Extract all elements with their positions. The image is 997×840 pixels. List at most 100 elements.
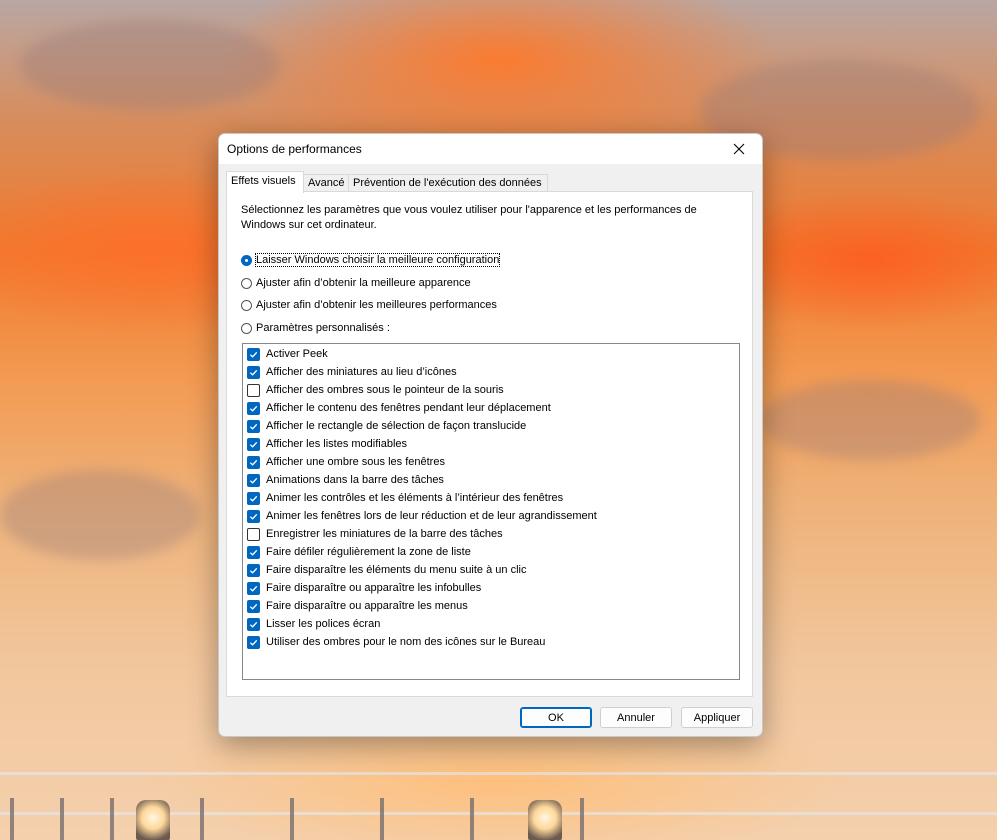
list-item[interactable]: Afficher le contenu des fenêtres pendant…	[247, 400, 551, 416]
wallpaper-cloud	[20, 20, 280, 110]
list-item[interactable]: Activer Peek	[247, 346, 328, 362]
list-item-label: Afficher des ombres sous le pointeur de …	[266, 384, 504, 396]
checkbox[interactable]	[247, 635, 260, 649]
radio-best-config[interactable]: Laisser Windows choisir la meilleure con…	[241, 252, 501, 268]
title-bar[interactable]: Options de performances	[219, 134, 762, 164]
list-item[interactable]: Afficher le rectangle de sélection de fa…	[247, 418, 526, 434]
tab-visual-effects[interactable]: Effets visuels	[226, 171, 304, 193]
visual-effects-panel: Sélectionnez les paramètres que vous vou…	[226, 191, 753, 697]
railing-post	[290, 798, 294, 840]
railing-post	[200, 798, 204, 840]
checkbox[interactable]	[247, 617, 260, 631]
checkbox[interactable]	[247, 347, 260, 361]
checkbox[interactable]	[247, 419, 260, 433]
checkmark-icon	[249, 369, 258, 376]
list-item-label: Enregistrer les miniatures de la barre d…	[266, 528, 503, 540]
checkmark-icon	[249, 585, 258, 592]
list-item-label: Faire disparaître les éléments du menu s…	[266, 564, 527, 576]
wallpaper-lamp	[136, 800, 170, 840]
list-item[interactable]: Afficher les listes modifiables	[247, 436, 407, 452]
checkmark-icon	[249, 459, 258, 466]
visual-effects-list[interactable]: Activer Peek Afficher des miniatures au l…	[242, 343, 740, 680]
wallpaper-cloud	[760, 380, 980, 460]
performance-options-dialog: Options de performances Effets visuels A…	[218, 133, 763, 737]
close-button[interactable]	[716, 134, 762, 164]
ok-button[interactable]: OK	[520, 707, 592, 728]
list-item[interactable]: Enregistrer les miniatures de la barre d…	[247, 526, 503, 542]
list-item-label: Animations dans la barre des tâches	[266, 474, 444, 486]
list-item-label: Animer les fenêtres lors de leur réducti…	[266, 510, 597, 522]
list-item[interactable]: Animer les contrôles et les éléments à l…	[247, 490, 563, 506]
railing-post	[470, 798, 474, 840]
list-item[interactable]: Afficher des ombres sous le pointeur de …	[247, 382, 504, 398]
radio-best-appearance[interactable]: Ajuster afin d’obtenir la meilleure appa…	[241, 275, 471, 291]
list-item[interactable]: Faire disparaître ou apparaître les info…	[247, 580, 481, 596]
checkbox[interactable]	[247, 581, 260, 595]
checkbox[interactable]	[247, 509, 260, 523]
list-item-label: Faire disparaître ou apparaître les menu…	[266, 600, 468, 612]
list-item-label: Afficher les listes modifiables	[266, 438, 408, 450]
railing-post	[580, 798, 584, 840]
radio-button[interactable]	[241, 299, 252, 311]
radio-label: Ajuster afin d’obtenir les meilleures pe…	[256, 299, 497, 311]
checkbox[interactable]	[247, 545, 260, 559]
intro-text: Sélectionnez les paramètres que vous vou…	[241, 204, 697, 231]
railing-post	[60, 798, 64, 840]
list-item-label: Faire disparaître ou apparaître les info…	[266, 582, 482, 594]
list-item-label: Faire défiler régulièrement la zone de l…	[266, 546, 471, 558]
checkbox[interactable]	[247, 527, 260, 541]
checkbox[interactable]	[247, 599, 260, 613]
checkbox[interactable]	[247, 365, 260, 379]
list-item[interactable]: Animer les fenêtres lors de leur réducti…	[247, 508, 597, 524]
checkbox[interactable]	[247, 563, 260, 577]
checkbox[interactable]	[247, 401, 260, 415]
wallpaper-lamp	[528, 800, 562, 840]
list-item-label: Lisser les polices écran	[266, 618, 381, 630]
cancel-button[interactable]: Annuler	[600, 707, 672, 728]
apply-button[interactable]: Appliquer	[681, 707, 753, 728]
list-item[interactable]: Faire défiler régulièrement la zone de l…	[247, 544, 471, 560]
radio-label: Laisser Windows choisir la meilleure con…	[254, 253, 501, 267]
railing-post	[10, 798, 14, 840]
list-item[interactable]: Faire disparaître ou apparaître les menu…	[247, 598, 468, 614]
radio-button[interactable]	[241, 322, 252, 334]
checkmark-icon	[249, 405, 258, 412]
list-item[interactable]: Faire disparaître les éléments du menu s…	[247, 562, 526, 578]
list-item[interactable]: Afficher une ombre sous les fenêtres	[247, 454, 445, 470]
list-item[interactable]: Lisser les polices écran	[247, 616, 380, 632]
list-item-label: Animer les contrôles et les éléments à l…	[266, 492, 564, 504]
radio-label: Ajuster afin d’obtenir la meilleure appa…	[256, 277, 471, 289]
radio-button[interactable]	[241, 277, 252, 289]
list-item-label: Activer Peek	[266, 348, 328, 360]
radio-best-performance[interactable]: Ajuster afin d’obtenir les meilleures pe…	[241, 297, 497, 313]
tab-data-execution-prevention[interactable]: Prévention de l'exécution des données	[348, 174, 548, 192]
list-item-label: Afficher le contenu des fenêtres pendant…	[266, 402, 551, 414]
checkbox[interactable]	[247, 455, 260, 469]
close-icon	[733, 143, 745, 155]
checkmark-icon	[249, 567, 258, 574]
checkmark-icon	[249, 441, 258, 448]
checkmark-icon	[249, 513, 258, 520]
list-item-label: Utiliser des ombres pour le nom des icôn…	[266, 636, 546, 648]
checkbox[interactable]	[247, 437, 260, 451]
list-item-label: Afficher des miniatures au lieu d’icônes	[266, 366, 457, 378]
dialog-title: Options de performances	[227, 142, 362, 156]
radio-button[interactable]	[241, 254, 252, 266]
checkmark-icon	[249, 621, 258, 628]
checkmark-icon	[249, 639, 258, 646]
railing-bar	[0, 772, 997, 775]
list-item[interactable]: Animations dans la barre des tâches	[247, 472, 444, 488]
list-item[interactable]: Utiliser des ombres pour le nom des icôn…	[247, 634, 545, 650]
radio-custom[interactable]: Paramètres personnalisés :	[241, 320, 390, 336]
list-item-label: Afficher le rectangle de sélection de fa…	[266, 420, 527, 432]
checkmark-icon	[249, 603, 258, 610]
checkmark-icon	[249, 351, 258, 358]
checkbox[interactable]	[247, 473, 260, 487]
tab-advanced[interactable]: Avancé	[303, 174, 349, 192]
checkbox[interactable]	[247, 491, 260, 505]
checkmark-icon	[249, 495, 258, 502]
checkbox[interactable]	[247, 383, 260, 397]
list-item[interactable]: Afficher des miniatures au lieu d’icônes	[247, 364, 457, 380]
checkmark-icon	[249, 477, 258, 484]
radio-label: Paramètres personnalisés :	[256, 322, 390, 334]
